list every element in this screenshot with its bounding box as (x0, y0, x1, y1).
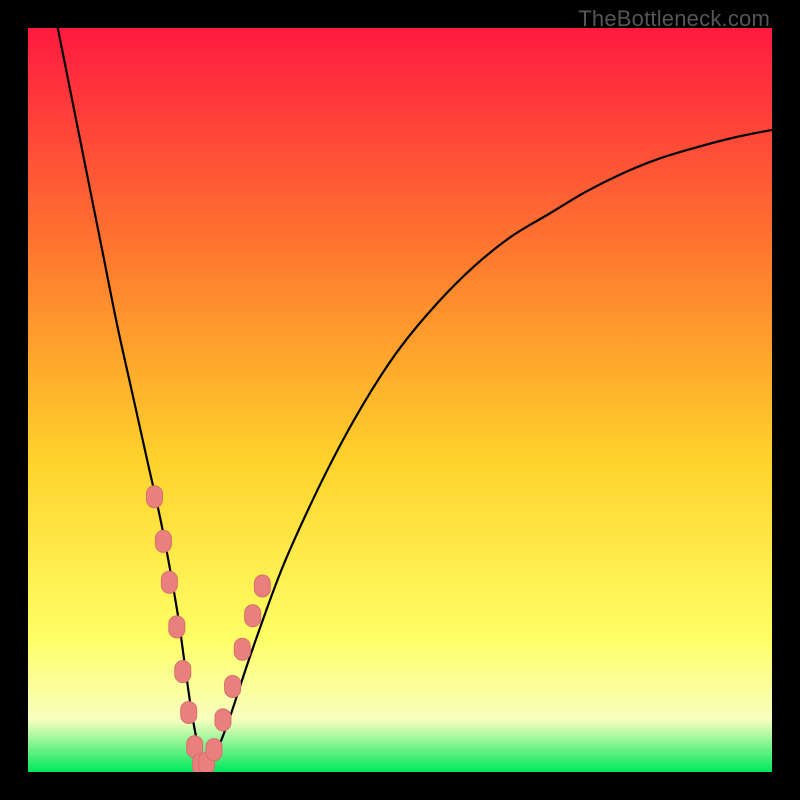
marker-pill (161, 571, 177, 593)
marker-pill (254, 575, 270, 597)
plot-area (28, 28, 772, 772)
marker-pill (181, 701, 197, 723)
bottleneck-curve (58, 28, 772, 765)
chart-svg (28, 28, 772, 772)
marker-pill (245, 605, 261, 627)
chart-frame: TheBottleneck.com (0, 0, 800, 800)
marker-pill (234, 638, 250, 660)
marker-pill (169, 616, 185, 638)
marker-pill (175, 661, 191, 683)
marker-pill (146, 486, 162, 508)
marker-pill (155, 530, 171, 552)
marker-pill (206, 739, 222, 761)
watermark-text: TheBottleneck.com (578, 6, 770, 32)
marker-pill (225, 675, 241, 697)
sample-markers (146, 486, 270, 772)
marker-pill (215, 709, 231, 731)
